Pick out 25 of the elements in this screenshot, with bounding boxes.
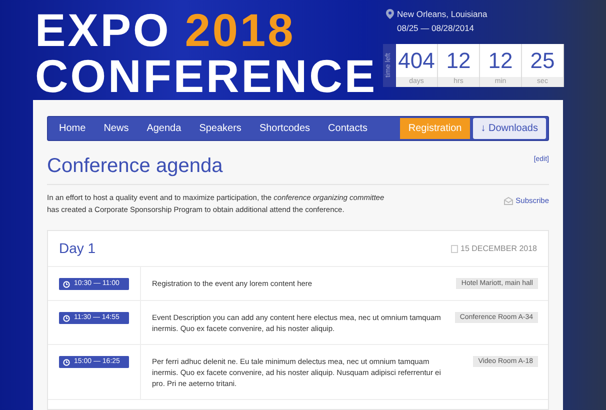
nav-link[interactable]: Shortcodes [250, 121, 320, 136]
clock-icon [63, 280, 70, 288]
event-dates: 08/25 — 08/28/2014 [397, 22, 476, 34]
nav-link[interactable]: Home [50, 121, 95, 136]
conference-title: CONFERENCE [35, 54, 378, 98]
countdown-value: 25 [529, 46, 556, 74]
clock-icon [63, 314, 70, 322]
nav-link[interactable]: Speakers [190, 121, 250, 136]
day-date: 15 DECEMBER 2018 [460, 242, 537, 254]
title-word: EXPO [35, 6, 171, 54]
nav-link[interactable]: ↓ Downloads [472, 118, 546, 139]
nav-link[interactable]: News [94, 121, 138, 136]
nav-link[interactable]: Contacts [319, 121, 376, 136]
location-text: New Orleans, Louisiana [397, 8, 488, 21]
day-heading: Day 1 [59, 239, 96, 258]
countdown-value: 12 [445, 46, 472, 74]
envelope-icon [504, 196, 513, 205]
page-title: Conference agenda [47, 154, 223, 179]
countdown-value: 404 [397, 46, 436, 74]
clock-icon [63, 358, 70, 366]
location-pin-icon [386, 9, 394, 20]
countdown-value: 12 [487, 46, 514, 74]
nav-link[interactable]: Agenda [138, 121, 190, 136]
title-word: 2018 [184, 6, 296, 54]
calendar-icon [450, 244, 458, 252]
